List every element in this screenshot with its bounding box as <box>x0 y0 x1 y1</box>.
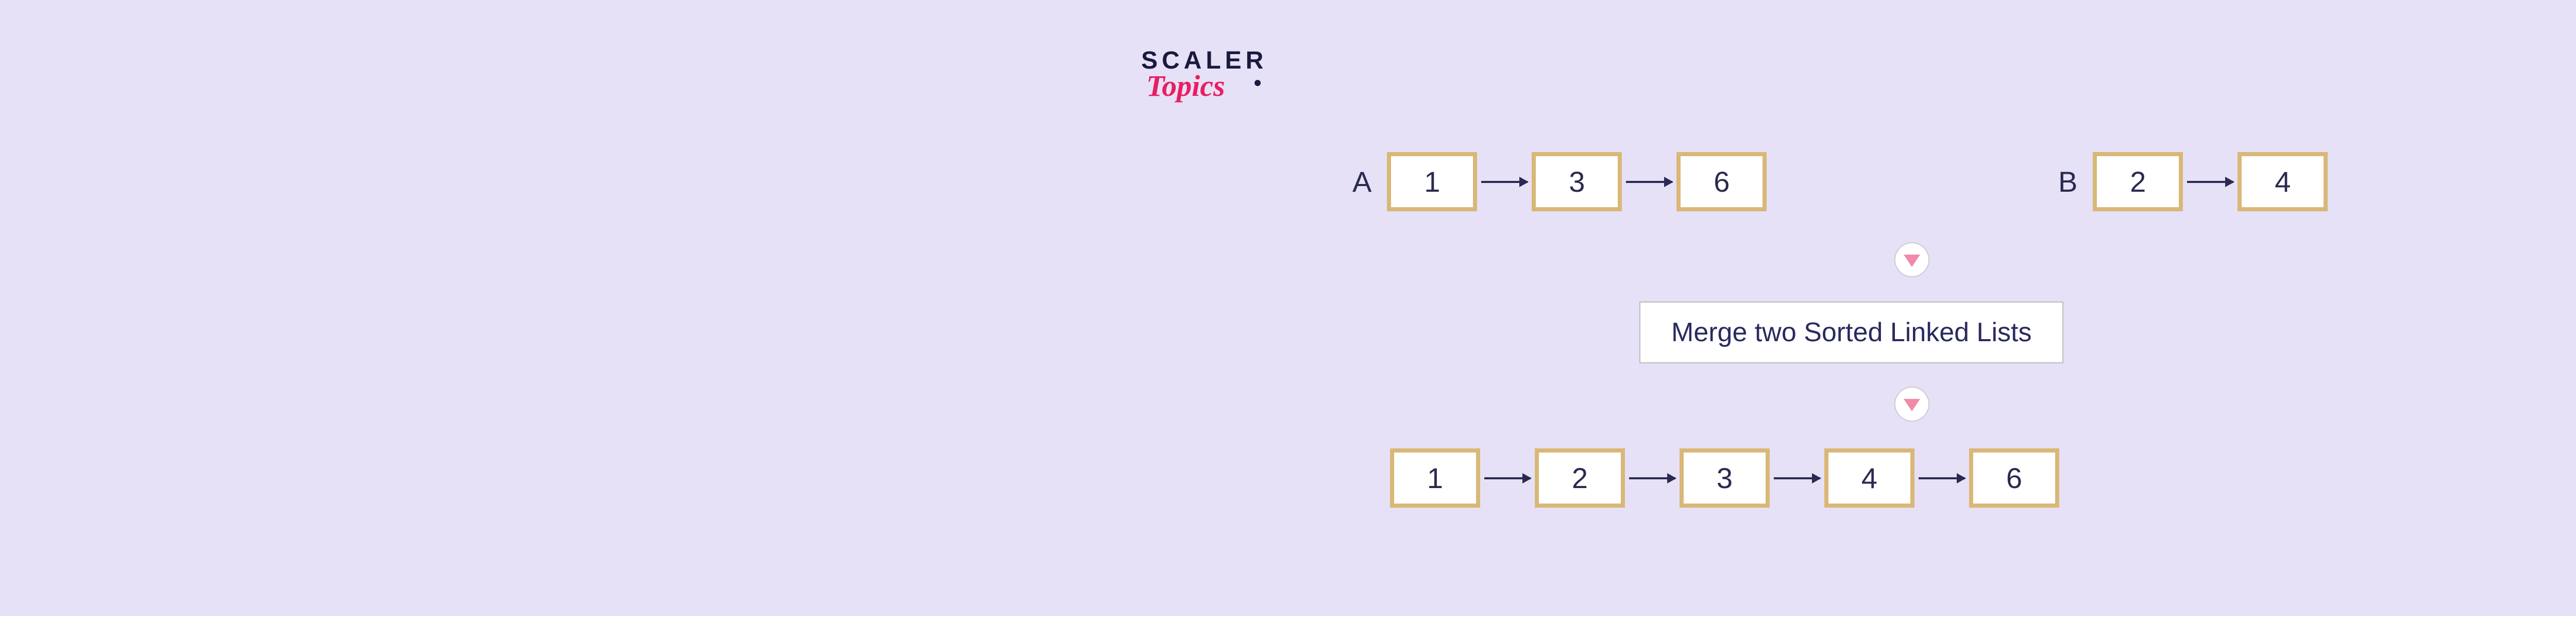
arrow-icon <box>1626 181 1672 183</box>
list-b-node-1: 4 <box>2238 152 2328 211</box>
logo-text-topics: Topics <box>1146 69 1296 103</box>
result-row: 1 2 3 4 6 <box>1390 448 2059 508</box>
operation-label-box: Merge two Sorted Linked Lists <box>1639 302 2063 363</box>
result-node-0: 1 <box>1390 448 1480 508</box>
list-b-label: B <box>2058 165 2077 198</box>
list-a-row: A 1 3 6 <box>1352 152 1767 211</box>
list-a-node-2: 6 <box>1676 152 1767 211</box>
arrow-icon <box>1629 477 1675 479</box>
scaler-topics-logo: SCALER Topics <box>1141 46 1296 103</box>
result-node-1: 2 <box>1535 448 1625 508</box>
arrow-icon <box>1481 181 1528 183</box>
list-a-node-1: 3 <box>1532 152 1622 211</box>
list-a-label: A <box>1352 165 1371 198</box>
down-triangle-icon <box>1904 399 1920 411</box>
operation-label: Merge two Sorted Linked Lists <box>1671 317 2031 347</box>
arrow-icon <box>1774 477 1820 479</box>
arrow-icon <box>1484 477 1531 479</box>
list-b-row: B 2 4 <box>2058 152 2328 211</box>
list-b-node-0: 2 <box>2093 152 2183 211</box>
list-a-node-0: 1 <box>1387 152 1477 211</box>
down-indicator-1 <box>1894 242 1929 277</box>
down-triangle-icon <box>1904 255 1920 267</box>
result-node-2: 3 <box>1680 448 1770 508</box>
down-indicator-2 <box>1894 387 1929 422</box>
result-node-3: 4 <box>1824 448 1914 508</box>
result-node-4: 6 <box>1969 448 2059 508</box>
arrow-icon <box>2187 181 2233 183</box>
logo-dot-icon <box>1255 80 1261 86</box>
arrow-icon <box>1919 477 1965 479</box>
diagram-canvas: SCALER Topics A 1 3 6 B 2 4 Merge two So… <box>0 0 2576 616</box>
